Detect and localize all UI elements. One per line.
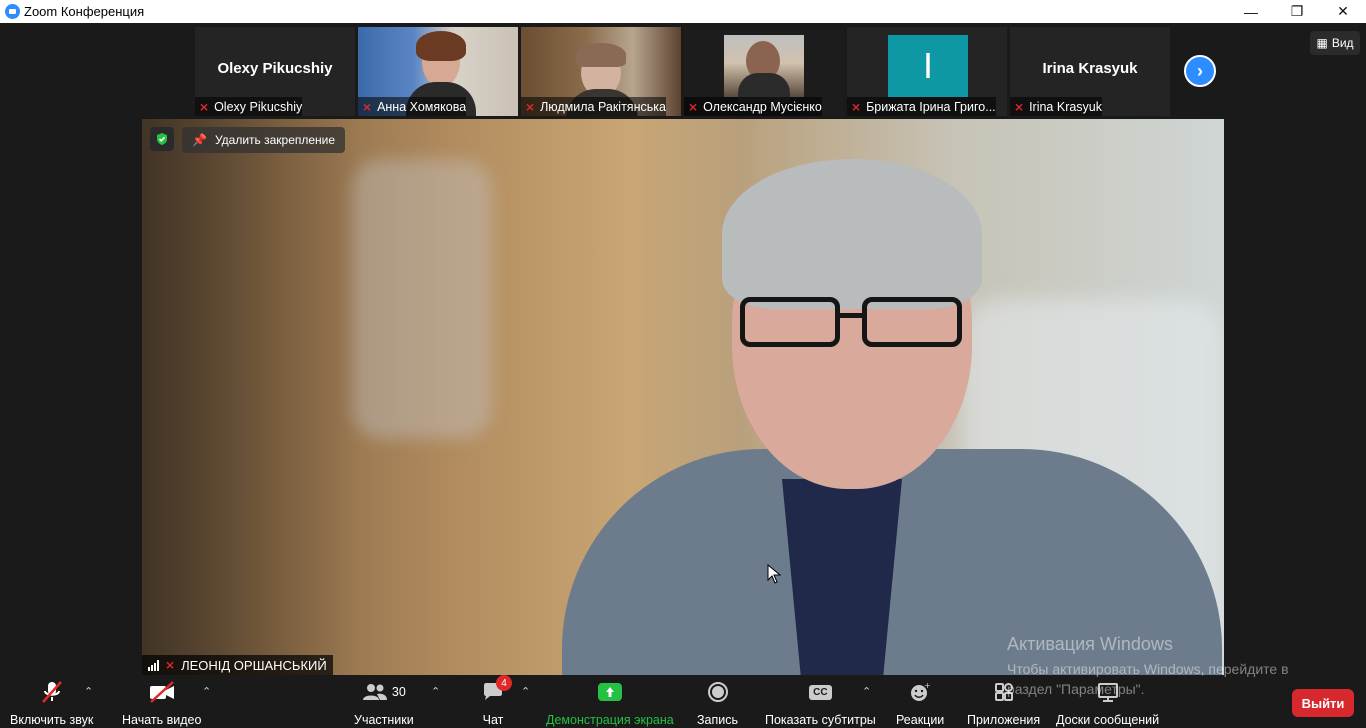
participants-options-caret-icon[interactable]: ⌃ — [431, 685, 440, 698]
speaker-video-feed — [562, 149, 1222, 675]
window-title: Zoom Конференция — [24, 4, 145, 19]
view-button[interactable]: ▦ Вид — [1310, 31, 1360, 55]
view-label: Вид — [1331, 36, 1354, 50]
participant-name: Людмила Ракітянська — [540, 99, 666, 114]
reactions-button[interactable]: + Реакции — [896, 679, 944, 727]
chevron-right-icon: › — [1197, 60, 1203, 81]
muted-mic-icon: ⨯ — [165, 658, 176, 672]
muted-mic-icon: ⨯ — [851, 99, 862, 114]
chat-button[interactable]: 4 Чат — [482, 675, 512, 727]
video-off-icon — [149, 681, 174, 703]
signal-strength-icon — [148, 659, 159, 671]
participant-tile[interactable]: ⨯ Людмила Ракітянська — [521, 27, 681, 116]
mouse-cursor-icon — [767, 564, 781, 584]
unmute-button[interactable]: Включить звук — [10, 679, 93, 727]
participant-tile[interactable]: ⨯ Олександр Мусієнко — [684, 27, 844, 116]
start-video-button[interactable]: Начать видео — [122, 679, 201, 727]
svg-text:+: + — [924, 681, 931, 690]
muted-mic-icon: ⨯ — [525, 99, 536, 114]
unpin-label: Удалить закрепление — [214, 133, 336, 147]
participant-name: Анна Хомякова — [377, 99, 467, 114]
video-options-caret-icon[interactable]: ⌃ — [202, 685, 211, 698]
main-video[interactable]: 📌 Удалить закрепление ⨯ ЛЕОНІД ОРШАНСЬКИ… — [142, 119, 1224, 675]
show-captions-label: Показать субтитры — [765, 713, 876, 727]
record-icon — [707, 682, 728, 702]
meeting-stage: Olexy Pikucshiy ⨯ Olexy Pikucshiy ⨯ Анна… — [0, 23, 1366, 675]
participant-label: ⨯ Брижата Ірина Григо... — [847, 97, 996, 116]
mic-off-icon — [41, 681, 62, 703]
window-controls: — ❐ ✕ — [1228, 0, 1366, 23]
start-video-label: Начать видео — [122, 713, 202, 727]
muted-mic-icon: ⨯ — [362, 99, 373, 114]
participant-name: Брижата Ірина Григо... — [866, 99, 996, 114]
chat-unread-badge: 4 — [496, 675, 512, 691]
participant-label: ⨯ Анна Хомякова — [358, 97, 467, 116]
apps-label: Приложения — [967, 713, 1041, 727]
speaker-name: ЛЕОНІД ОРШАНСЬКИЙ — [181, 657, 327, 673]
participant-name: Olexy Pikucshiy — [214, 99, 303, 114]
participants-count: 30 — [391, 685, 406, 699]
grid-icon: ▦ — [1316, 36, 1328, 50]
participant-tile[interactable]: Olexy Pikucshiy ⨯ Olexy Pikucshiy — [195, 27, 355, 116]
unpin-button[interactable]: 📌 Удалить закрепление — [182, 127, 346, 153]
participants-button[interactable]: 30 Участники — [354, 679, 414, 727]
pin-icon: 📌 — [192, 133, 207, 147]
windows-activation-watermark: Активация Windows Чтобы активировать Win… — [1007, 634, 1327, 699]
participant-tile[interactable]: ⨯ Анна Хомякова — [358, 27, 518, 116]
next-page-button[interactable]: › — [1184, 55, 1216, 87]
close-button[interactable]: ✕ — [1320, 0, 1366, 23]
show-captions-button[interactable]: CC Показать субтитры — [765, 679, 876, 727]
participants-label: Участники — [354, 713, 414, 727]
chat-label: Чат — [482, 713, 504, 727]
title-bar: Zoom Конференция — ❐ ✕ — [0, 0, 1366, 23]
closed-captions-icon: CC — [809, 684, 832, 700]
participant-label: ⨯ Людмила Ракітянська — [521, 97, 666, 116]
participant-label: ⨯ Олександр Мусієнко — [684, 97, 822, 116]
chat-options-caret-icon[interactable]: ⌃ — [521, 685, 530, 698]
watermark-text: Чтобы активировать Windows, перейдите в … — [1007, 661, 1289, 697]
audio-options-caret-icon[interactable]: ⌃ — [84, 685, 93, 698]
watermark-title: Активация Windows — [1007, 634, 1173, 654]
share-screen-label: Демонстрация экрана — [546, 713, 674, 727]
participant-name: Irina Krasyuk — [1029, 99, 1103, 114]
captions-options-caret-icon[interactable]: ⌃ — [862, 685, 871, 698]
muted-mic-icon: ⨯ — [199, 99, 210, 114]
restore-button[interactable]: ❐ — [1274, 0, 1320, 23]
muted-mic-icon: ⨯ — [1014, 99, 1025, 114]
reactions-icon: + — [911, 681, 931, 701]
shield-check-icon[interactable] — [150, 127, 174, 151]
participant-strip: Olexy Pikucshiy ⨯ Olexy Pikucshiy ⨯ Анна… — [195, 27, 1170, 116]
participants-icon — [362, 684, 387, 700]
participant-tile[interactable]: Irina Krasyuk ⨯ Irina Krasyuk — [1010, 27, 1170, 116]
share-screen-icon — [597, 683, 622, 701]
unmute-label: Включить звук — [10, 713, 94, 727]
record-label: Запись — [697, 713, 739, 727]
muted-mic-icon: ⨯ — [688, 99, 699, 114]
participant-label: ⨯ Irina Krasyuk — [1010, 97, 1103, 116]
reactions-label: Реакции — [896, 713, 945, 727]
participant-display-name: Irina Krasyuk — [1042, 60, 1138, 77]
participant-avatar: I — [888, 35, 968, 97]
record-button[interactable]: Запись — [697, 679, 738, 727]
participant-name: Олександр Мусієнко — [703, 99, 822, 114]
speaker-label: ⨯ ЛЕОНІД ОРШАНСЬКИЙ — [142, 655, 333, 675]
minimize-button[interactable]: — — [1228, 0, 1274, 23]
zoom-logo-icon — [5, 4, 20, 19]
participant-label: ⨯ Olexy Pikucshiy — [195, 97, 303, 116]
participant-display-name: Olexy Pikucshiy — [217, 60, 333, 77]
participant-tile[interactable]: I ⨯ Брижата Ірина Григо... — [847, 27, 1007, 116]
whiteboards-label: Доски сообщений — [1056, 713, 1160, 727]
share-screen-button[interactable]: Демонстрация экрана — [546, 679, 674, 727]
